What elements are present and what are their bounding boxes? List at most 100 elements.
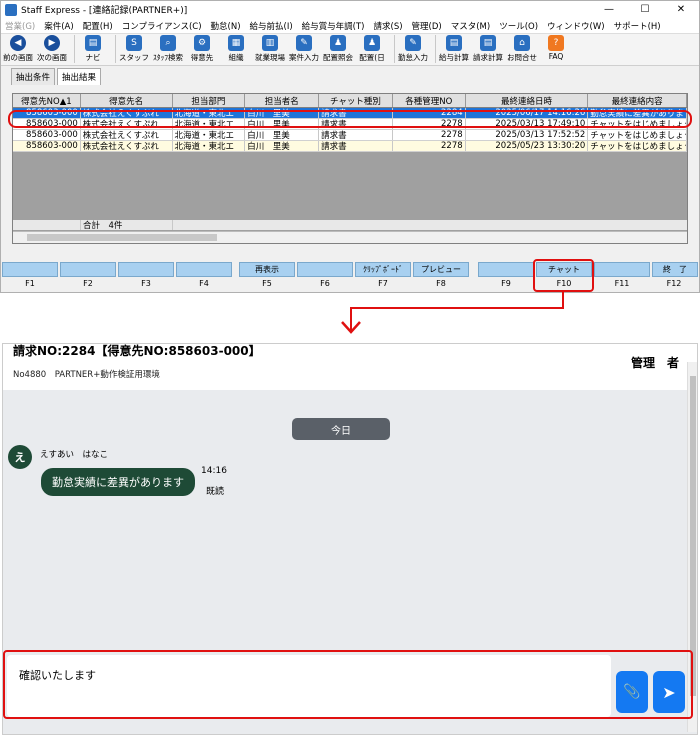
staff-button[interactable]: S スタッフ: [119, 35, 149, 63]
menu-tools[interactable]: ツール(O): [499, 20, 538, 32]
title-bar: Staff Express - [連絡記録(PARTNER+)] — ☐ ✕: [1, 1, 699, 18]
f3-button[interactable]: [118, 262, 174, 277]
app-icon: [5, 3, 17, 16]
menu-window[interactable]: ウィンドウ(W): [547, 20, 605, 32]
message-bubble: 勤怠実績に差異があります: [41, 468, 195, 496]
f10-chat-button[interactable]: チャット: [536, 262, 592, 277]
menu-payroll[interactable]: 給与賞与年調(T): [302, 20, 365, 32]
menu-assign[interactable]: 配置(H): [83, 20, 113, 32]
grid-header: 得意先NO▲1 得意先名 担当部門 担当者名 チャット種別 各種管理NO 最終連…: [13, 94, 687, 108]
avatar: え: [8, 445, 32, 469]
navi-button[interactable]: ▤ ナビ: [78, 35, 108, 63]
organization-button[interactable]: ▦ 組織: [221, 35, 251, 63]
menu-sales[interactable]: 営業(G): [5, 20, 35, 32]
arrow-right-icon: ▶: [44, 35, 60, 51]
assign-button[interactable]: ♟ 配置(日: [357, 35, 387, 63]
menu-master[interactable]: マスタ(M): [451, 20, 490, 32]
col-person[interactable]: 担当者名: [245, 94, 320, 107]
table-row[interactable]: 858603-000 株式会社えくすぷれ 北海道・東北エ 白川 里美 請求書 2…: [13, 108, 687, 119]
faq-button[interactable]: ? FAQ: [541, 35, 571, 61]
chat-subtitle: No4880 PARTNER+動作検証用環境: [13, 370, 160, 380]
window-title: Staff Express - [連絡記録(PARTNER+)]: [21, 6, 188, 16]
arrow-left-icon: ◀: [10, 35, 26, 51]
attach-button[interactable]: 📎: [616, 671, 648, 713]
col-last-content[interactable]: 最終連絡内容: [588, 94, 687, 107]
col-client-name[interactable]: 得意先名: [81, 94, 173, 107]
results-grid: 得意先NO▲1 得意先名 担当部門 担当者名 チャット種別 各種管理NO 最終連…: [12, 93, 688, 244]
f5-refresh-button[interactable]: 再表示: [239, 262, 295, 277]
menu-case[interactable]: 案件(A): [44, 20, 73, 32]
tab-extract-results[interactable]: 抽出結果: [57, 68, 102, 85]
next-screen-button[interactable]: ▶ 次の画面: [37, 35, 67, 63]
menu-compliance[interactable]: コンプライアンス(C): [122, 20, 202, 32]
f6-button[interactable]: [297, 262, 353, 277]
table-row[interactable]: 858603-000 株式会社えくすぷれ 北海道・東北エ 白川 里美 請求書 2…: [13, 119, 687, 130]
arrow-down-icon: [341, 321, 361, 334]
menu-attendance[interactable]: 勤怠(N): [211, 20, 241, 32]
table-row[interactable]: 858603-000 株式会社えくすぷれ 北海道・東北エ 白川 里美 請求書 2…: [13, 141, 687, 152]
billing-icon: ▤: [480, 35, 496, 51]
total-count: 合計 4件: [81, 220, 173, 230]
case-input-button[interactable]: ✎ 案件入力: [289, 35, 319, 63]
col-mgmt-no[interactable]: 各種管理NO: [393, 94, 466, 107]
maximize-button[interactable]: ☐: [627, 4, 663, 15]
toolbar-separator: [115, 35, 116, 63]
read-status: 既読: [206, 487, 225, 497]
toolbar-separator: [394, 35, 395, 63]
prev-screen-button[interactable]: ◀ 前の画面: [3, 35, 33, 63]
current-user: 管理 者: [630, 356, 679, 370]
f4-button[interactable]: [176, 262, 232, 277]
col-client-no[interactable]: 得意先NO▲1: [13, 94, 81, 107]
work-site-icon: ▥: [262, 35, 278, 51]
f8-preview-button[interactable]: プレビュー: [413, 262, 469, 277]
function-key-bar: F1 F2 F3 F4 再表示 F5 F6 ｸﾘｯﾌﾟﾎﾞｰﾄﾞ F7 プレビュ…: [0, 262, 700, 292]
staff-icon: S: [126, 35, 142, 51]
contact-button[interactable]: ⌂ お問合せ: [507, 35, 537, 63]
result-tabs: 抽出条件 抽出結果: [1, 68, 699, 85]
paperclip-icon: 📎: [623, 684, 641, 700]
f7-clipboard-button[interactable]: ｸﾘｯﾌﾟﾎﾞｰﾄﾞ: [355, 262, 411, 277]
work-site-button[interactable]: ▥ 就業現場: [255, 35, 285, 63]
f2-button[interactable]: [60, 262, 116, 277]
chat-panel: 請求NO:2284【得意先NO:858603-000】 No4880 PARTN…: [2, 343, 698, 735]
close-button[interactable]: ✕: [663, 4, 699, 15]
message-input[interactable]: 確認いたします: [7, 655, 611, 717]
menu-admin[interactable]: 管理(D): [412, 20, 442, 32]
menu-billing[interactable]: 請求(S): [374, 20, 403, 32]
f9-button[interactable]: [478, 262, 534, 277]
payroll-calc-button[interactable]: ▤ 給与計算: [439, 35, 469, 63]
chat-header: 請求NO:2284【得意先NO:858603-000】 No4880 PARTN…: [3, 344, 697, 390]
toolbar: ◀ 前の画面 ▶ 次の画面 ▤ ナビ S スタッフ ⌕ ｽﾀｯﾌ検索 ⚙ 得意先…: [1, 34, 699, 66]
col-chat-type[interactable]: チャット種別: [319, 94, 393, 107]
tab-extract-conditions[interactable]: 抽出条件: [11, 68, 56, 85]
faq-icon: ?: [548, 35, 564, 51]
send-icon: ➤: [662, 682, 676, 702]
assign-view-button[interactable]: ♟ 配置照会: [323, 35, 353, 63]
attendance-input-button[interactable]: ✎ 勤怠入力: [398, 35, 428, 63]
chat-scrollbar[interactable]: [687, 362, 697, 732]
scroll-thumb[interactable]: [27, 234, 217, 241]
minimize-button[interactable]: —: [591, 4, 627, 15]
home-icon: ⌂: [514, 35, 530, 51]
f11-button[interactable]: [594, 262, 650, 277]
attendance-icon: ✎: [405, 35, 421, 51]
f12-exit-button[interactable]: 終 了: [652, 262, 698, 277]
col-last-date[interactable]: 最終連絡日時: [466, 94, 589, 107]
f1-button[interactable]: [2, 262, 58, 277]
billing-calc-button[interactable]: ▤ 請求計算: [473, 35, 503, 63]
scroll-thumb[interactable]: [690, 376, 696, 696]
staff-search-button[interactable]: ⌕ ｽﾀｯﾌ検索: [153, 35, 183, 63]
menu-advance-pay[interactable]: 給与前払(I): [250, 20, 293, 32]
send-button[interactable]: ➤: [653, 671, 685, 713]
toolbar-separator: [74, 35, 75, 63]
col-department[interactable]: 担当部門: [173, 94, 246, 107]
table-row[interactable]: 858603-000 株式会社えくすぷれ 北海道・東北エ 白川 里美 請求書 2…: [13, 130, 687, 141]
client-button[interactable]: ⚙ 得意先: [187, 35, 217, 63]
menu-bar: 営業(G) 案件(A) 配置(H) コンプライアンス(C) 勤怠(N) 給与前払…: [1, 18, 699, 34]
case-input-icon: ✎: [296, 35, 312, 51]
connector-line: [562, 292, 564, 308]
menu-support[interactable]: サポート(H): [614, 20, 661, 32]
horizontal-scrollbar[interactable]: [13, 231, 687, 243]
organization-icon: ▦: [228, 35, 244, 51]
date-separator: 今日: [292, 418, 390, 440]
